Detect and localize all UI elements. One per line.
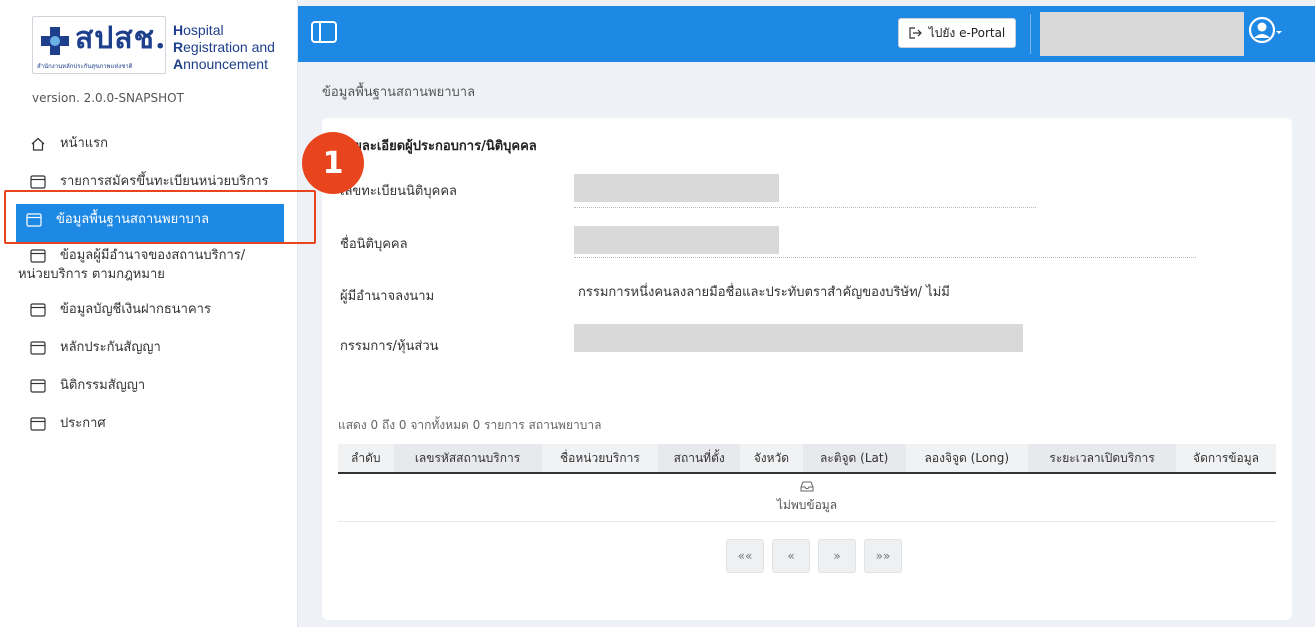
- col-header[interactable]: จัดการข้อมูล: [1176, 444, 1276, 474]
- col-header[interactable]: เลขรหัสสถานบริการ: [393, 444, 542, 474]
- window-icon: [30, 417, 46, 431]
- sidebar-item-bank[interactable]: ข้อมูลบัญชีเงินฝากธนาคาร: [0, 294, 298, 332]
- sidebar: สปสช. สำนักงานหลักประกันสุขภาพแห่งชาติ H…: [0, 0, 298, 627]
- signer-label: ผู้มีอำนาจลงนาม: [340, 289, 435, 304]
- signer-value: กรรมการหนึ่งคนลงลายมือชื่อและประทับตราสำ…: [578, 285, 950, 300]
- brand-name: Hospital Registration and Announcement: [173, 22, 275, 72]
- divider: [574, 207, 1036, 208]
- reg-no-value-redacted: [574, 174, 779, 202]
- directors-label: กรรมการ/หุ้นส่วน: [340, 339, 439, 354]
- empty-text: ไม่พบข้อมูล: [776, 498, 838, 512]
- sidebar-item-hospital-info[interactable]: ข้อมูลพื้นฐานสถานพยาบาล: [16, 204, 293, 242]
- sidebar-item-announcement[interactable]: ประกาศ: [0, 408, 298, 446]
- prev-page-button[interactable]: «: [772, 539, 810, 573]
- last-page-button[interactable]: »»: [864, 539, 902, 573]
- next-page-button[interactable]: »: [818, 539, 856, 573]
- table-summary: แสดง 0 ถึง 0 จากทั้งหมด 0 รายการ สถานพยา…: [338, 418, 602, 432]
- directors-value-redacted: [574, 324, 1023, 352]
- col-header[interactable]: สถานที่ตั้ง: [658, 444, 741, 474]
- window-icon: [30, 249, 46, 263]
- sidebar-item-contract[interactable]: นิติกรรมสัญญา: [0, 370, 298, 408]
- content-card: รายละเอียดผู้ประกอบการ/นิติบุคคล เลขทะเบ…: [322, 118, 1292, 620]
- brand: สปสช. สำนักงานหลักประกันสุขภาพแห่งชาติ H…: [32, 16, 292, 76]
- window-icon: [30, 341, 46, 355]
- logo: สปสช. สำนักงานหลักประกันสุขภาพแห่งชาติ: [32, 16, 166, 74]
- version-label: version. 2.0.0-SNAPSHOT: [32, 91, 184, 105]
- col-header[interactable]: ละติจูด (Lat): [802, 444, 906, 474]
- reg-no-label: เลขทะเบียนนิติบุคคล: [340, 184, 457, 199]
- company-name-label: ชื่อนิติบุคคล: [340, 237, 408, 252]
- active-caret: [285, 215, 293, 231]
- window-icon: [30, 175, 46, 189]
- sidebar-item-guarantee[interactable]: หลักประกันสัญญา: [0, 332, 298, 370]
- user-name-redacted: [1040, 12, 1244, 56]
- col-header[interactable]: ลองจิจูด (Long): [905, 444, 1029, 474]
- sidebar-toggle-icon[interactable]: [310, 20, 338, 44]
- divider: [574, 257, 1196, 258]
- logo-text: สปสช.: [75, 21, 167, 56]
- annotation-step-badge: 1: [302, 132, 364, 194]
- sidebar-item-authority[interactable]: ข้อมูลผู้มีอำนาจของสถานบริการ/ หน่วยบริก…: [0, 242, 298, 294]
- sidebar-item-registration-list[interactable]: รายการสมัครขึ้นทะเบียนหน่วยบริการ: [0, 166, 298, 204]
- card-title: รายละเอียดผู้ประกอบการ/นิติบุคคล: [340, 139, 537, 154]
- col-header[interactable]: ลำดับ: [338, 444, 394, 474]
- col-header[interactable]: ระยะเวลาเปิดบริการ: [1028, 444, 1177, 474]
- e-portal-button[interactable]: ไปยัง e-Portal: [898, 18, 1016, 48]
- breadcrumb: ข้อมูลพื้นฐานสถานพยาบาล: [322, 85, 476, 100]
- sidebar-item-home[interactable]: หน้าแรก: [0, 128, 298, 166]
- logo-subtitle: สำนักงานหลักประกันสุขภาพแห่งชาติ: [37, 63, 133, 70]
- col-header[interactable]: จังหวัด: [740, 444, 803, 474]
- window-icon: [26, 213, 42, 227]
- col-header[interactable]: ชื่อหน่วยบริการ: [541, 444, 659, 474]
- inbox-icon: [800, 481, 814, 492]
- first-page-button[interactable]: ««: [726, 539, 764, 573]
- sidebar-menu: หน้าแรก รายการสมัครขึ้นทะเบียนหน่วยบริกา…: [0, 128, 298, 446]
- header-divider: [1030, 14, 1031, 54]
- cross-hands-icon: [41, 27, 69, 55]
- table-empty-row: ไม่พบข้อมูล: [338, 476, 1276, 522]
- home-icon: [30, 137, 46, 151]
- hospital-table: ลำดับ เลขรหัสสถานบริการ ชื่อหน่วยบริการ …: [338, 444, 1276, 474]
- sign-out-icon: [909, 27, 922, 39]
- user-circle-icon[interactable]: [1248, 16, 1282, 50]
- company-name-value-redacted: [574, 226, 779, 254]
- window-icon: [30, 303, 46, 317]
- top-bar: ไปยัง e-Portal: [298, 6, 1315, 62]
- pagination: «« « » »»: [726, 539, 902, 573]
- window-icon: [30, 379, 46, 393]
